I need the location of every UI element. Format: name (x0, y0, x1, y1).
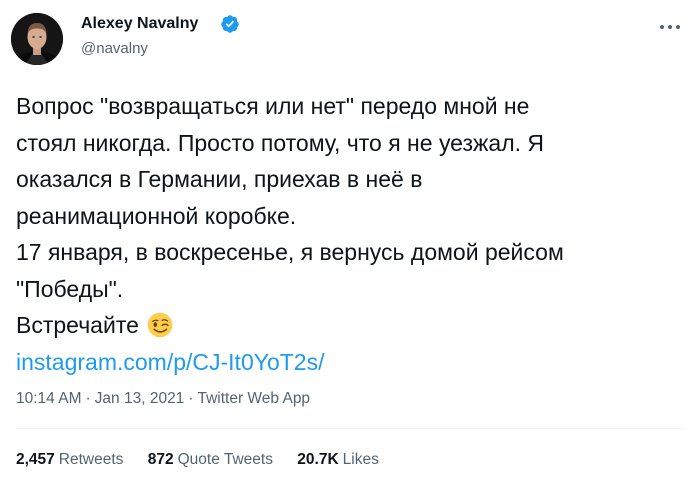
meta-separator: · (188, 390, 194, 407)
tweet-text-line: Встречайте (16, 312, 139, 338)
tweet-text-line: 17 января, в воскресенье, я вернусь домо… (16, 239, 564, 265)
retweets-count: 2,457 (16, 451, 55, 468)
likes-count: 20.7K (297, 451, 339, 468)
instagram-link[interactable]: instagram.com/p/CJ-It0YoT2s/ (16, 344, 686, 381)
tweet-text-line: стоял никогда. Просто потому, что я не у… (16, 129, 545, 156)
tweet-text-line-with-emoji: Встречайте (16, 307, 686, 344)
divider (16, 428, 684, 429)
retweets-stat[interactable]: 2,457 Retweets (16, 451, 123, 469)
more-options-icon[interactable] (659, 22, 681, 32)
likes-label: Likes (342, 451, 379, 468)
avatar-photo (11, 13, 63, 65)
user-handle[interactable]: @navalny (81, 40, 148, 57)
tweet-stats: 2,457 Retweets 872 Quote Tweets 20.7K Likes (16, 451, 399, 469)
tweet-text-line: реанимационной коробке. (16, 202, 297, 229)
quote-tweets-count: 872 (147, 451, 174, 468)
quote-tweets-stat[interactable]: 872 Quote Tweets (148, 451, 273, 469)
tweet-meta: 10:14 AM · Jan 13, 2021 · Twitter Web App (16, 390, 310, 408)
tweet-text-line: оказался в Германии, приехав в неё в (16, 166, 423, 192)
tweet-source[interactable]: Twitter Web App (197, 390, 310, 407)
tweet-time[interactable]: 10:14 AM (16, 390, 82, 407)
winking-face-emoji-icon (147, 312, 173, 338)
meta-separator: · (85, 390, 91, 407)
likes-stat[interactable]: 20.7K Likes (297, 451, 379, 469)
avatar[interactable] (11, 13, 63, 65)
retweets-label: Retweets (58, 451, 124, 468)
display-name[interactable]: Alexey Navalny (81, 15, 198, 33)
tweet-text: Вопрос "возвращаться или нет" передо мно… (16, 88, 686, 380)
tweet-text-line: "Победы". (16, 275, 124, 302)
tweet-date[interactable]: Jan 13, 2021 (95, 390, 185, 407)
verified-badge-icon (221, 15, 239, 33)
quote-tweets-label: Quote Tweets (177, 451, 273, 468)
tweet-text-line: Вопрос "возвращаться или нет" передо мно… (16, 93, 530, 119)
tweet-card: Alexey Navalny @navalny Вопрос "возвраща… (0, 0, 700, 490)
